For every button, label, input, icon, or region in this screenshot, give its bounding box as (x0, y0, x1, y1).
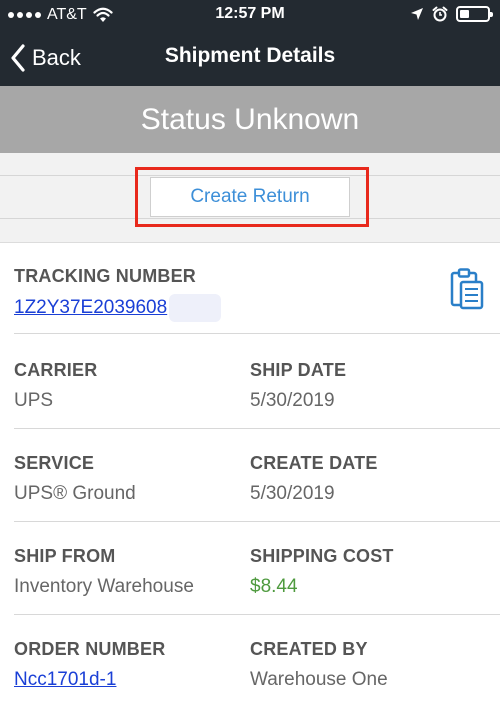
created-by-field: CREATED BY Warehouse One (250, 639, 388, 691)
service-field: SERVICE UPS® Ground (14, 453, 136, 505)
create-date-label: CREATE DATE (250, 453, 378, 473)
status-right (410, 6, 493, 22)
navigation-bar: Back Shipment Details (0, 30, 500, 86)
tracking-number-link[interactable]: 1Z2Y37E2039608 (14, 297, 167, 318)
shipping-cost-label: SHIPPING COST (250, 546, 394, 566)
carrier-field: CARRIER UPS (14, 360, 97, 412)
battery-icon (456, 6, 493, 22)
battery-level (460, 10, 470, 18)
service-value: UPS® Ground (14, 483, 136, 504)
create-date-value: 5/30/2019 (250, 483, 335, 504)
ship-from-label: SHIP FROM (14, 546, 116, 566)
shipping-cost-field: SHIPPING COST $8.44 (250, 546, 394, 598)
order-number-label: ORDER NUMBER (14, 639, 166, 659)
status-banner: Status Unknown (0, 86, 500, 153)
tracking-number-label: TRACKING NUMBER (14, 266, 196, 286)
shipping-cost-value: $8.44 (250, 576, 298, 597)
divider (14, 521, 500, 522)
ship-date-label: SHIP DATE (250, 360, 347, 380)
ship-from-field: SHIP FROM Inventory Warehouse (14, 546, 194, 598)
created-by-value: Warehouse One (250, 669, 388, 690)
ship-date-value: 5/30/2019 (250, 390, 335, 411)
tracking-number-field: TRACKING NUMBER 1Z2Y37E2039608 (14, 266, 222, 322)
status-bar: AT&T 12:57 PM (0, 0, 500, 30)
service-label: SERVICE (14, 453, 95, 473)
clipboard-icon[interactable] (450, 268, 484, 310)
created-by-label: CREATED BY (250, 639, 368, 659)
carrier-value: UPS (14, 390, 54, 411)
divider (14, 428, 500, 429)
create-return-button[interactable]: Create Return (150, 177, 350, 217)
location-icon (411, 8, 423, 20)
divider (14, 614, 500, 615)
divider (14, 333, 500, 334)
order-number-link[interactable]: Ncc1701d-1 (14, 669, 116, 690)
ship-date-field: SHIP DATE 5/30/2019 (250, 360, 346, 412)
alarm-icon (432, 6, 448, 22)
redacted-text (169, 294, 222, 322)
create-date-field: CREATE DATE 5/30/2019 (250, 453, 378, 505)
order-number-field: ORDER NUMBER Ncc1701d-1 (14, 639, 165, 691)
ship-from-value: Inventory Warehouse (14, 576, 194, 597)
return-action-area: Create Return (0, 153, 500, 243)
page-title: Shipment Details (164, 44, 336, 67)
carrier-label: CARRIER (14, 360, 98, 380)
